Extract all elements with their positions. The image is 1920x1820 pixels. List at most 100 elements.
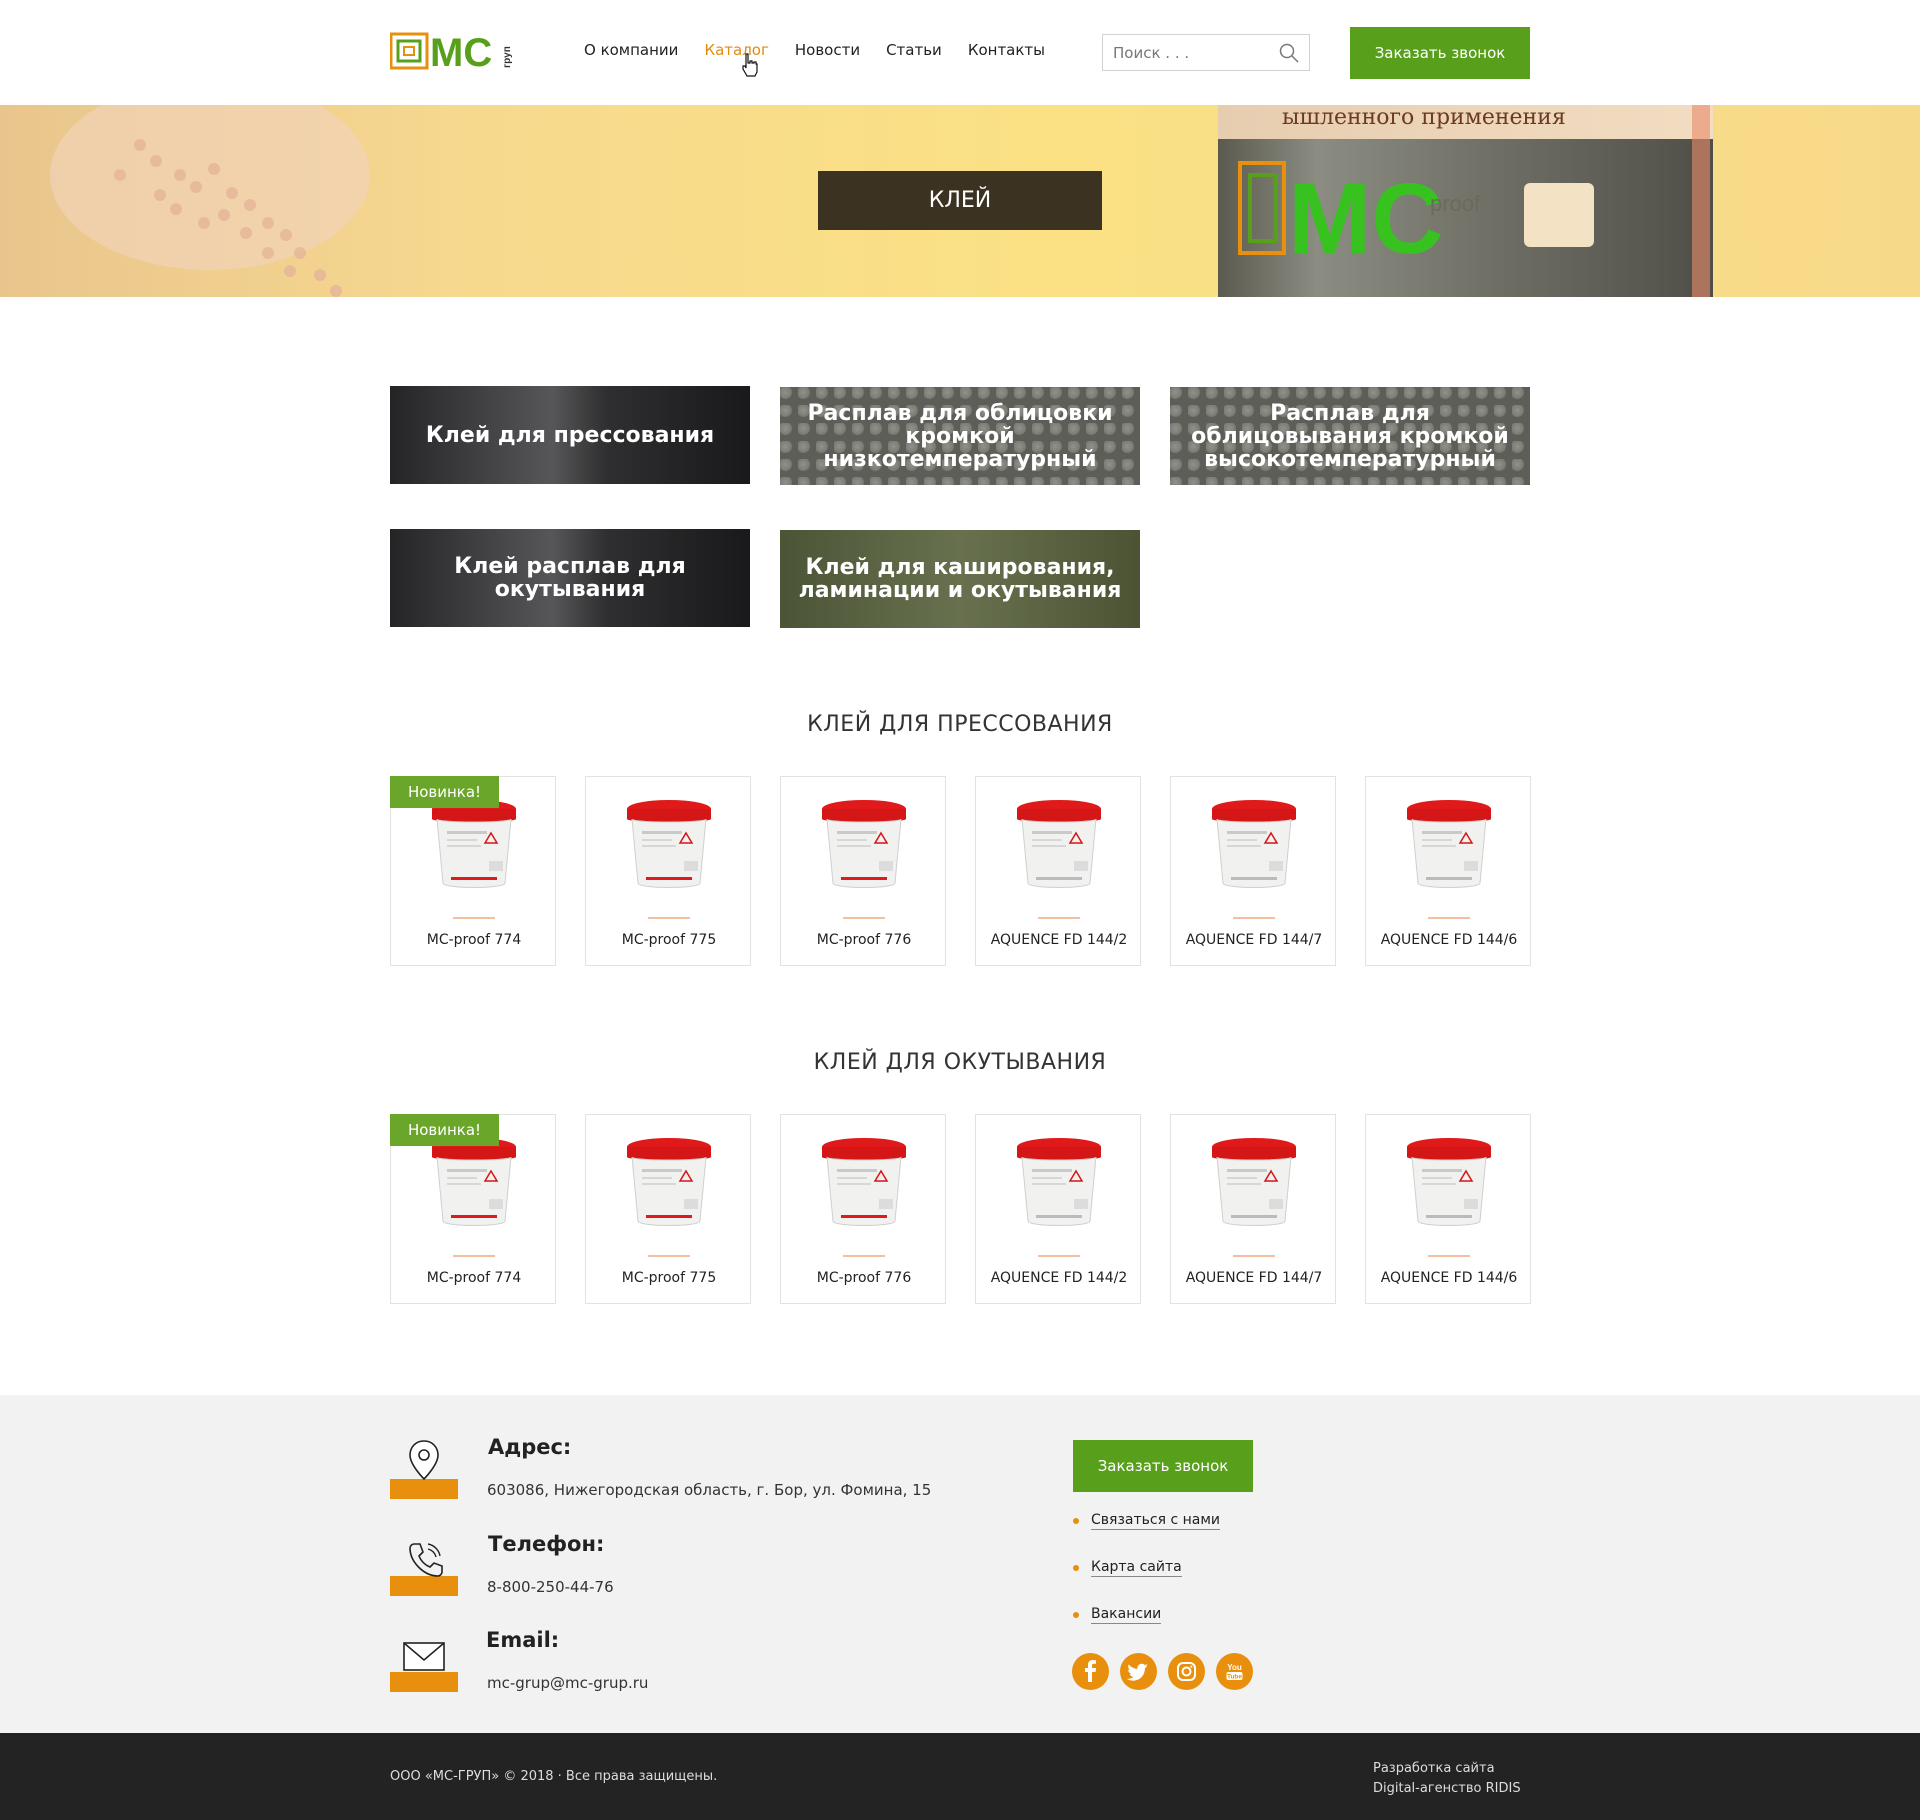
product-card[interactable]: AQUENCE FD 144/2 [975, 776, 1141, 966]
hero-bucket-image: ышленного применения MC proof [1218, 105, 1713, 297]
card-divider [843, 1255, 885, 1257]
product-name: MC-proof 775 [621, 1270, 717, 1286]
product-card[interactable]: Новинка! MC-proof 774 [390, 776, 556, 966]
bucket-image [822, 1138, 906, 1226]
bucket-image [1017, 1138, 1101, 1226]
page: MC груп О компании Каталог Новости Стать… [0, 0, 1920, 1820]
site-header: MC груп О компании Каталог Новости Стать… [0, 0, 1920, 105]
product-name: AQUENCE FD 144/7 [1185, 1270, 1323, 1286]
phone-icon [409, 1543, 443, 1577]
product-card[interactable]: AQUENCE FD 144/7 [1170, 776, 1336, 966]
bucket-image [1212, 1138, 1296, 1226]
product-card[interactable]: AQUENCE FD 144/2 [975, 1114, 1141, 1304]
card-divider [453, 1255, 495, 1257]
card-divider [648, 1255, 690, 1257]
bucket-image [432, 800, 516, 888]
address-text: 603086, Нижегородская область, г. Бор, у… [487, 1481, 932, 1499]
svg-text:MC: MC [1288, 163, 1444, 275]
nav-articles[interactable]: Статьи [886, 41, 942, 59]
search-box [1102, 34, 1310, 71]
product-name: AQUENCE FD 144/7 [1185, 932, 1323, 948]
youtube-icon[interactable]: You Tube [1216, 1653, 1253, 1690]
twitter-icon[interactable] [1120, 1653, 1157, 1690]
product-card[interactable]: MC-proof 775 [585, 1114, 751, 1304]
card-divider [843, 917, 885, 919]
bucket-image [627, 800, 711, 888]
phone-icon-block [390, 1534, 458, 1596]
footer-link-vacancies[interactable]: Вакансии [1073, 1606, 1162, 1624]
hero-bucket-mark: proof [1430, 191, 1481, 216]
card-divider [1233, 1255, 1275, 1257]
bucket-image [822, 800, 906, 888]
facebook-icon[interactable] [1072, 1653, 1109, 1690]
mc-group-logo[interactable]: MC груп [390, 30, 530, 72]
bucket-image [1017, 800, 1101, 888]
product-name: AQUENCE FD 144/6 [1380, 1270, 1518, 1286]
category-tile-laminating[interactable]: Клей для каширования, ламинации и окутыв… [780, 530, 1140, 628]
product-name: MC-proof 776 [816, 932, 912, 948]
product-name: AQUENCE FD 144/6 [1380, 932, 1518, 948]
developer-credit[interactable]: Разработка сайта Digital-агенство RIDIS [1373, 1759, 1521, 1799]
footer-order-call-button[interactable]: Заказать звонок [1073, 1440, 1253, 1492]
email-label: Email: [486, 1628, 560, 1652]
product-name: MC-proof 776 [816, 1270, 912, 1286]
product-card[interactable]: AQUENCE FD 144/6 [1365, 776, 1531, 966]
category-tile-pressing[interactable]: Клей для прессования [390, 386, 750, 484]
category-tile-edge-low-temp[interactable]: Расплав для облицовки кромкой низкотемпе… [780, 387, 1140, 485]
product-card[interactable]: MC-proof 776 [780, 776, 946, 966]
bucket-image [627, 1138, 711, 1226]
phone-text[interactable]: 8-800-250-44-76 [487, 1578, 614, 1596]
card-divider [1233, 917, 1275, 919]
svg-text:You: You [1227, 1663, 1242, 1672]
svg-text:MC: MC [430, 31, 492, 72]
address-label: Адрес: [488, 1435, 572, 1459]
nav-news[interactable]: Новости [795, 41, 860, 59]
product-card[interactable]: MC-proof 776 [780, 1114, 946, 1304]
hand-cursor-icon [742, 53, 758, 77]
phone-label: Телефон: [488, 1532, 605, 1556]
card-divider [1038, 917, 1080, 919]
card-divider [453, 917, 495, 919]
location-pin-icon [409, 1440, 439, 1481]
new-badge: Новинка! [390, 776, 499, 808]
bucket-image [1407, 800, 1491, 888]
card-divider [1038, 1255, 1080, 1257]
footer-link-sitemap[interactable]: Карта сайта [1073, 1559, 1182, 1577]
search-input[interactable] [1103, 35, 1263, 70]
card-divider [1428, 1255, 1470, 1257]
new-badge: Новинка! [390, 1114, 499, 1146]
section-title-pressing: КЛЕЙ ДЛЯ ПРЕССОВАНИЯ [807, 712, 1113, 737]
logo-suffix: груп [502, 46, 513, 68]
main-nav: О компании Каталог Новости Статьи Контак… [584, 41, 1071, 59]
bottom-bar [0, 1733, 1920, 1820]
footer-link-contact[interactable]: Связаться с нами [1073, 1512, 1220, 1530]
copyright-text: ООО «МС-ГРУП» © 2018 · Все права защищен… [390, 1769, 718, 1784]
product-name: MC-proof 775 [621, 932, 717, 948]
product-name: AQUENCE FD 144/2 [990, 932, 1128, 948]
search-icon[interactable] [1279, 43, 1299, 63]
mc-proof-mark: MC proof [1238, 161, 1594, 275]
instagram-icon[interactable] [1168, 1653, 1205, 1690]
category-tile-edge-high-temp[interactable]: Расплав для облицовывания кромкой высоко… [1170, 387, 1530, 485]
svg-text:Tube: Tube [1227, 1674, 1242, 1681]
hero-title: КЛЕЙ [818, 171, 1102, 230]
product-name: MC-proof 774 [426, 1270, 522, 1286]
address-icon-block [390, 1437, 458, 1499]
category-tile-wrapping-hotmelt[interactable]: Клей расплав для окутывания [390, 529, 750, 627]
email-text[interactable]: mc-grup@mc-grup.ru [487, 1674, 648, 1692]
product-card[interactable]: AQUENCE FD 144/7 [1170, 1114, 1336, 1304]
hero-bucket-text: ышленного применения [1282, 105, 1566, 130]
granules-image [50, 105, 370, 297]
order-call-button[interactable]: Заказать звонок [1350, 27, 1530, 79]
nav-about[interactable]: О компании [584, 41, 678, 59]
product-card[interactable]: MC-proof 775 [585, 776, 751, 966]
card-divider [1428, 917, 1470, 919]
product-card[interactable]: AQUENCE FD 144/6 [1365, 1114, 1531, 1304]
bucket-image [1407, 1138, 1491, 1226]
product-name: AQUENCE FD 144/2 [990, 1270, 1128, 1286]
card-divider [648, 917, 690, 919]
product-card[interactable]: Новинка! MC-proof 774 [390, 1114, 556, 1304]
product-name: MC-proof 774 [426, 932, 522, 948]
nav-contacts[interactable]: Контакты [968, 41, 1045, 59]
email-icon-block [390, 1630, 458, 1692]
